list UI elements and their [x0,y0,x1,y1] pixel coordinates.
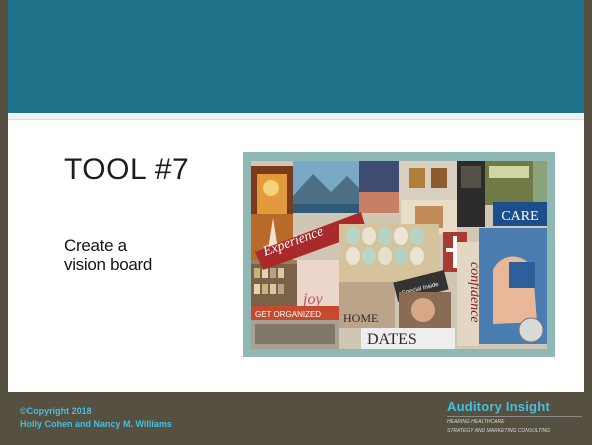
collage-word-joy: joy [301,291,323,308]
body-line-2: vision board [64,255,153,274]
brand-tagline-1: HEARING HEALTHCARE [447,419,505,425]
brand-tagline-2: STRATEGY AND MARKETING CONSULTING [447,427,551,434]
slide: TOOL #7 Create a vision board CARE Exper… [0,0,592,445]
collage-word-home: HOME [343,311,378,325]
brand-name: Auditory Insight [447,399,582,417]
copyright-line-1: ©Copyright 2018 [20,406,92,416]
collage-word-dates: DATES [367,331,417,348]
footer-bar: ©Copyright 2018 Holly Cohen and Nancy M.… [0,392,592,445]
copyright-notice: ©Copyright 2018 Holly Cohen and Nancy M.… [20,405,172,430]
right-frame-rail [584,0,592,445]
vision-board-collage-image: CARE Experience confidence joy GET ORGAN… [243,152,555,357]
body-line-1: Create a [64,236,127,255]
slide-body: Create a vision board [64,236,234,274]
collage-word-get-organized: GET ORGANIZED [255,310,321,319]
brand-logo: Auditory Insight HEARING HEALTHCARE STRA… [447,399,582,434]
copyright-line-2: Holly Cohen and Nancy M. Williams [20,418,172,429]
header-banner [8,0,584,113]
left-frame-rail [0,0,8,445]
collage-illustration: CARE Experience confidence joy GET ORGAN… [243,152,555,357]
slide-title: TOOL #7 [64,153,190,186]
header-divider [8,113,584,120]
collage-word-care: CARE [501,209,538,224]
